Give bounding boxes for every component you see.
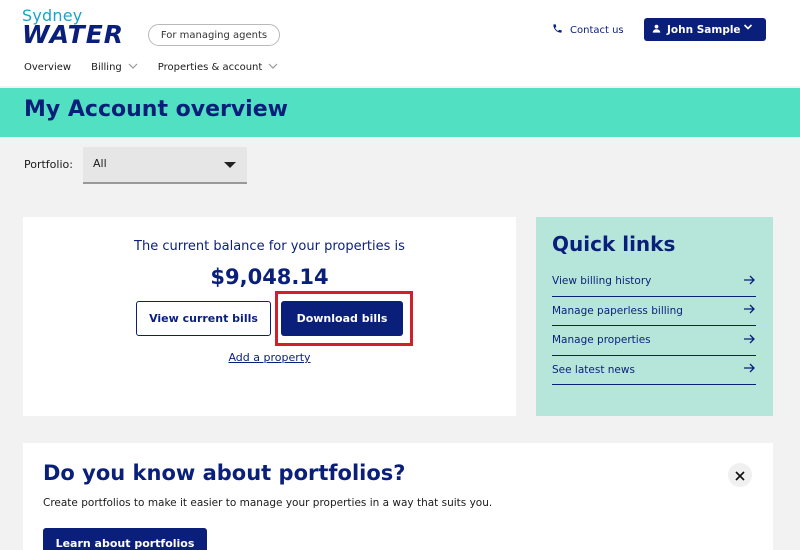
nav-item-properties-account[interactable]: Properties & account: [158, 62, 279, 73]
close-icon: [735, 466, 745, 485]
audience-pill: For managing agents: [148, 24, 280, 46]
arrow-right-icon: [744, 304, 756, 317]
quick-link-label: View billing history: [552, 275, 652, 288]
download-bills-button[interactable]: Download bills: [281, 301, 403, 336]
nav-item-billing[interactable]: Billing: [91, 62, 138, 73]
chevron-down-icon: [268, 62, 278, 73]
portfolios-card-title: Do you know about portfolios?: [43, 461, 406, 485]
portfolios-card-description: Create portfolios to make it easier to m…: [43, 497, 493, 509]
portfolios-info-card: Do you know about portfolios? Create por…: [23, 443, 773, 550]
balance-card: The current balance for your properties …: [23, 217, 516, 416]
arrow-right-icon: [744, 275, 756, 288]
quick-link-view-billing-history[interactable]: View billing history: [552, 267, 756, 297]
caret-down-icon: [224, 162, 236, 168]
learn-about-portfolios-button[interactable]: Learn about portfolios: [43, 528, 207, 550]
user-menu-button[interactable]: John Sample: [644, 18, 766, 41]
quick-link-manage-paperless-billing[interactable]: Manage paperless billing: [552, 297, 756, 326]
site-header: Sydney WATER For managing agents Contact…: [0, 0, 800, 86]
page-title-band: My Account overview: [0, 88, 800, 137]
balance-amount: $9,048.14: [210, 265, 329, 289]
chevron-down-icon: [128, 62, 138, 73]
phone-icon: [552, 23, 563, 37]
arrow-right-icon: [744, 334, 756, 347]
quick-link-label: Manage properties: [552, 334, 651, 347]
arrow-right-icon: [744, 363, 756, 376]
main-nav: Overview Billing Properties & account: [24, 62, 298, 73]
quick-link-label: See latest news: [552, 363, 635, 376]
contact-us-link[interactable]: Contact us: [552, 22, 624, 38]
user-name: John Sample: [667, 23, 741, 36]
close-button[interactable]: [728, 463, 752, 487]
nav-item-label: Billing: [91, 62, 122, 73]
portfolio-selected-value: All: [93, 157, 107, 170]
chevron-down-icon: [743, 22, 753, 35]
balance-description: The current balance for your properties …: [134, 239, 405, 254]
view-current-bills-button[interactable]: View current bills: [136, 301, 271, 336]
quick-links-title: Quick links: [552, 232, 676, 256]
quick-link-see-latest-news[interactable]: See latest news: [552, 356, 756, 385]
quick-link-label: Manage paperless billing: [552, 304, 683, 317]
nav-item-label: Overview: [24, 62, 72, 73]
add-property-link[interactable]: Add a property: [23, 351, 516, 364]
user-icon: [652, 24, 661, 36]
portfolio-label: Portfolio:: [24, 158, 73, 171]
logo-text-bottom: WATER: [22, 20, 125, 49]
sydney-water-logo[interactable]: Sydney WATER: [22, 6, 132, 50]
nav-item-label: Properties & account: [157, 62, 263, 73]
quick-links-list: View billing history Manage paperless bi…: [552, 267, 756, 385]
quick-link-manage-properties[interactable]: Manage properties: [552, 326, 756, 356]
contact-us-label: Contact us: [570, 24, 624, 36]
quick-links-panel: Quick links View billing history Manage …: [536, 217, 773, 416]
page-title: My Account overview: [24, 97, 288, 122]
portfolio-select[interactable]: All: [83, 147, 247, 184]
nav-item-overview[interactable]: Overview: [24, 62, 71, 73]
